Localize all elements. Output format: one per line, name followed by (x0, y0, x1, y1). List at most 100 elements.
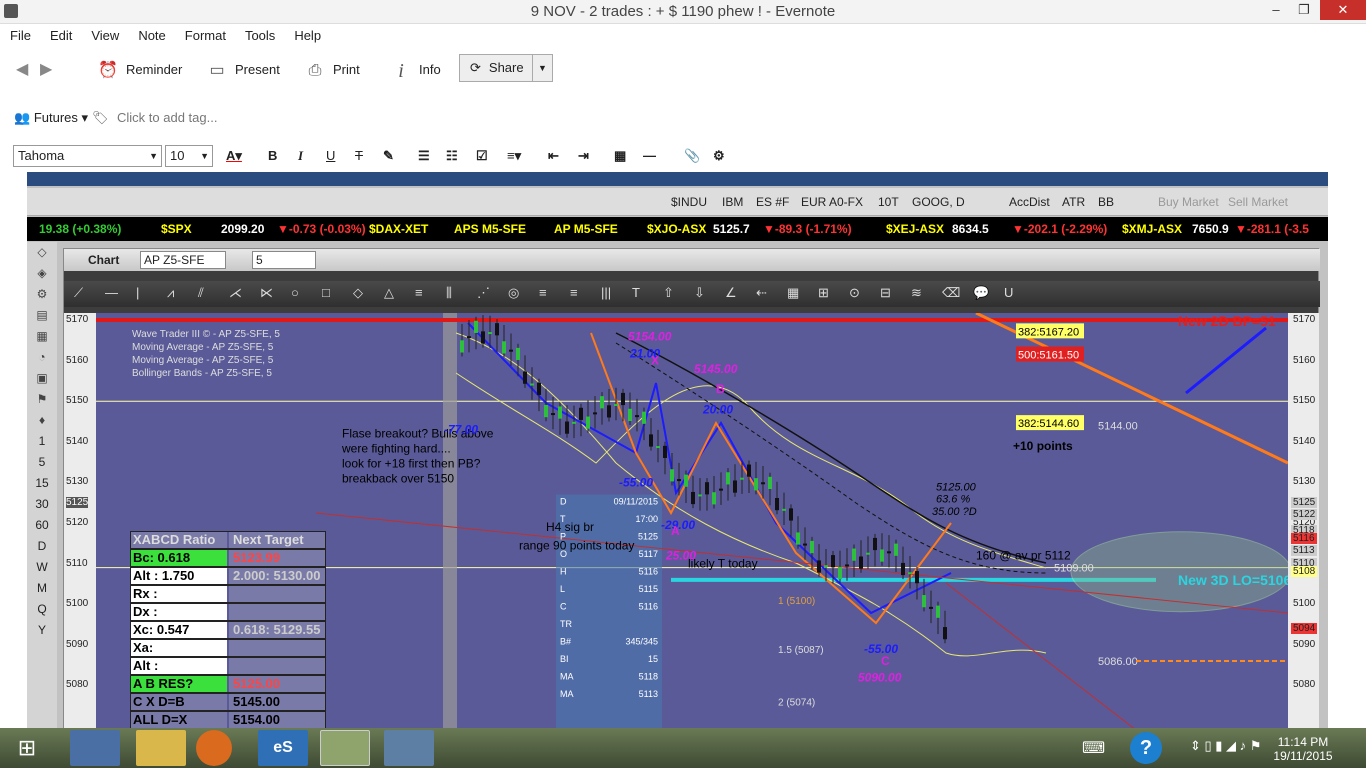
horizontal-rule-icon[interactable]: — (643, 148, 656, 163)
align-icon[interactable]: ≡▾ (507, 148, 521, 164)
drawing-tool-icon[interactable]: ⋌ (229, 285, 242, 301)
icon-bar-accdist[interactable]: AccDist (1009, 195, 1050, 209)
font-size-select[interactable]: 10 ▼ (165, 145, 213, 167)
drawing-tool-icon[interactable]: ≡ (539, 285, 547, 300)
interval-button[interactable]: 15 (27, 473, 57, 494)
share-button[interactable]: ⟳ Share ▼ (459, 54, 553, 82)
drawing-tool-icon[interactable]: ⇠ (756, 285, 767, 301)
control-panel-icon[interactable] (70, 730, 120, 766)
xabcd-row[interactable]: Alt : 1.750 2.000: 5130.00 (130, 567, 326, 585)
drawing-tool-icon[interactable]: ⊞ (818, 285, 829, 301)
drawing-tool-icon[interactable]: ⇧ (663, 285, 674, 301)
drawing-tool-icon[interactable]: ⊙ (849, 285, 860, 301)
menu-edit[interactable]: Edit (40, 24, 81, 43)
font-family-select[interactable]: Tahoma ▼ (13, 145, 162, 167)
outdent-icon[interactable]: ⇤ (548, 148, 559, 164)
info-button[interactable]: i Info (391, 58, 440, 82)
symbol-input[interactable]: AP Z5-SFE (140, 251, 226, 269)
present-button[interactable]: ▭ Present (207, 58, 279, 82)
ticker-item[interactable]: ▼-89.3 (-1.71%) (763, 222, 852, 236)
font-color-icon[interactable]: A▾ (226, 148, 242, 164)
system-clock[interactable]: 11:14 PM 19/11/2015 (1268, 735, 1338, 763)
ticker-item[interactable]: 5125.7 (713, 222, 750, 236)
drawing-tool-icon[interactable]: ⌫ (942, 285, 960, 301)
xabcd-row[interactable]: A B RES? 5125.00 (130, 675, 326, 693)
xabcd-row[interactable]: Dx : (130, 603, 326, 621)
file-explorer-icon[interactable] (136, 730, 186, 766)
maximize-button[interactable]: ❐ (1290, 0, 1318, 20)
interval-button[interactable]: 60 (27, 515, 57, 536)
ticker-item[interactable]: $XMJ-ASX (1122, 222, 1182, 236)
nav-tool-icon[interactable]: ▤ (27, 305, 57, 326)
numbered-list-icon[interactable]: ☷ (446, 148, 458, 164)
xabcd-row[interactable]: Xc: 0.547 0.618: 5129.55 (130, 621, 326, 639)
interval-button[interactable]: W (27, 557, 57, 578)
menu-file[interactable]: File (0, 24, 40, 43)
menu-help[interactable]: Help (284, 24, 330, 43)
icon-bar-goog[interactable]: GOOG, D (912, 195, 965, 209)
xabcd-row[interactable]: Alt : (130, 657, 326, 675)
buy-market-button[interactable]: Buy Market (1158, 195, 1219, 209)
nav-tool-icon[interactable]: ⚑ (27, 389, 57, 410)
drawing-tool-icon[interactable]: ≡ (415, 285, 423, 300)
more-format-icon[interactable]: ⚙ (713, 148, 725, 164)
minimize-button[interactable]: – (1262, 0, 1290, 20)
icon-bar-indu[interactable]: $INDU (671, 195, 707, 209)
help-icon[interactable]: ? (1130, 732, 1162, 764)
nav-tool-icon[interactable]: ▣ (27, 368, 57, 389)
firefox-icon[interactable] (196, 730, 232, 766)
drawing-tool-icon[interactable]: ∠ (725, 285, 737, 301)
icon-bar-atr[interactable]: ATR (1062, 195, 1085, 209)
menu-note[interactable]: Note (128, 24, 174, 43)
attachment-icon[interactable]: 📎 (684, 148, 700, 164)
nav-tool-icon[interactable]: ⚙ (27, 284, 57, 305)
ticker-item[interactable]: $SPX (161, 222, 192, 236)
ticker-item[interactable]: AP M5-SFE (554, 222, 618, 236)
ticker-item[interactable]: 19.38 (+0.38%) (39, 222, 121, 236)
back-arrow-icon[interactable]: ◀ (16, 58, 28, 82)
reminder-button[interactable]: ⏰ Reminder (98, 58, 182, 82)
drawing-tool-icon[interactable]: ⇩ (694, 285, 705, 301)
drawing-tool-icon[interactable]: ◎ (508, 285, 519, 301)
underline-icon[interactable]: U (326, 148, 335, 163)
drawing-tool-icon[interactable]: ≋ (911, 285, 922, 301)
drawing-tool-icon[interactable]: ⫽ (198, 285, 204, 301)
table-icon[interactable]: ▦ (614, 148, 626, 164)
checkbox-icon[interactable]: ☑ (476, 148, 488, 164)
ticker-item[interactable]: ▼-202.1 (-2.29%) (1012, 222, 1107, 236)
italic-icon[interactable]: I (298, 148, 303, 164)
ticker-item[interactable]: $XJO-ASX (647, 222, 706, 236)
drawing-tool-icon[interactable]: ⫼ (446, 285, 452, 301)
indent-icon[interactable]: ⇥ (578, 148, 589, 164)
xabcd-row[interactable]: C X D=B 5145.00 (130, 693, 326, 711)
icon-bar-es[interactable]: ES #F (756, 195, 789, 209)
notebook-selector[interactable]: 👥 Futures ▾ (14, 110, 88, 126)
drawing-tool-icon[interactable]: ⋉ (260, 285, 273, 301)
drawing-tool-icon[interactable]: ⟋ (74, 285, 83, 301)
ticker-item[interactable]: 8634.5 (952, 222, 989, 236)
start-button-icon[interactable]: ⊞ (2, 730, 52, 766)
interval-button[interactable]: Q (27, 599, 57, 620)
ticker-item[interactable]: $XEJ-ASX (886, 222, 944, 236)
print-button[interactable]: ⎙ Print (305, 58, 360, 82)
ticker-item[interactable]: ▼-0.73 (-0.03%) (277, 222, 366, 236)
icon-bar-bb[interactable]: BB (1098, 195, 1114, 209)
drawing-tool-icon[interactable]: ▦ (787, 285, 799, 301)
bullet-list-icon[interactable]: ☰ (418, 148, 430, 164)
menu-view[interactable]: View (81, 24, 128, 43)
menu-tools[interactable]: Tools (235, 24, 284, 43)
ticker-item[interactable]: ▼-281.1 (-3.5 (1235, 222, 1309, 236)
drawing-tool-icon[interactable]: △ (384, 285, 394, 301)
icon-bar-10t[interactable]: 10T (878, 195, 899, 209)
drawing-tool-icon[interactable]: — (105, 285, 118, 300)
add-tag-field[interactable]: Click to add tag... (117, 110, 217, 125)
ticker-item[interactable]: APS M5-SFE (454, 222, 526, 236)
bold-icon[interactable]: B (268, 148, 277, 163)
interval-button[interactable]: D (27, 536, 57, 557)
drawing-tool-icon[interactable]: ⊟ (880, 285, 891, 301)
drawing-tool-icon[interactable]: 💬 (973, 285, 989, 301)
menu-format[interactable]: Format (175, 24, 235, 43)
ticker-item[interactable]: 7650.9 (1192, 222, 1229, 236)
icon-bar-eur[interactable]: EUR A0-FX (801, 195, 863, 209)
interval-button[interactable]: 5 (27, 452, 57, 473)
